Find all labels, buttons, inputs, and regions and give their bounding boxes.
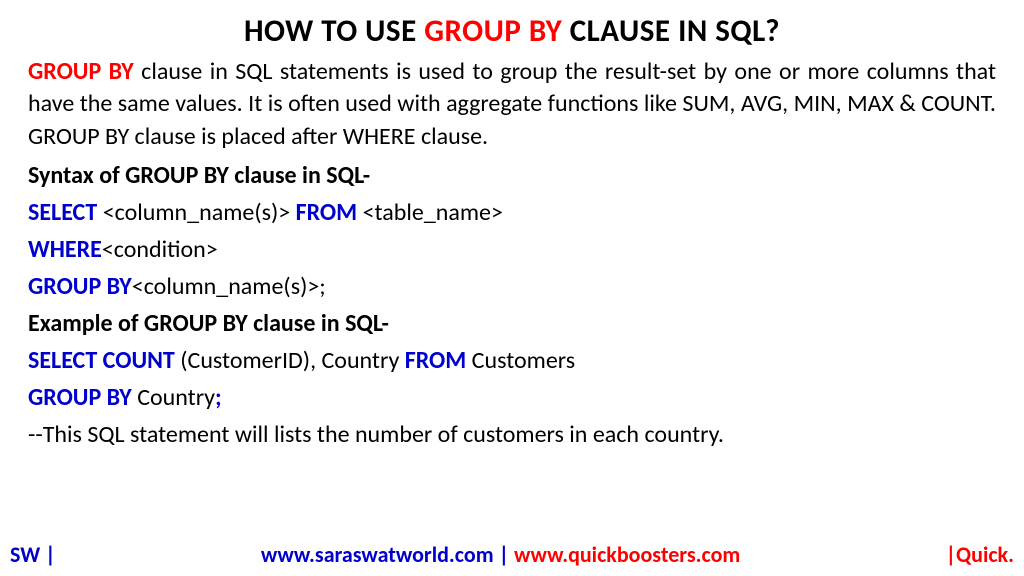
- footer-url-1: www.saraswatworld.com |: [261, 541, 514, 568]
- select-count-keyword: SELECT COUNT: [28, 346, 175, 375]
- footer-center: www.saraswatworld.com | www.quickbooster…: [56, 541, 946, 568]
- footer-left: SW |: [10, 541, 56, 568]
- syntax-line-2: WHERE<condition>: [28, 235, 996, 264]
- syntax-heading: Syntax of GROUP BY clause in SQL-: [28, 161, 996, 190]
- intro-paragraph: GROUP BY clause in SQL statements is use…: [28, 56, 996, 153]
- intro-keyword: GROUP BY: [28, 57, 134, 86]
- example-heading: Example of GROUP BY clause in SQL-: [28, 309, 996, 338]
- syntax-groupcols: <column_name(s)>;: [132, 272, 326, 301]
- semicolon: ;: [215, 383, 222, 412]
- example-table: Customers: [466, 346, 575, 375]
- example-line-1: SELECT COUNT (CustomerID), Country FROM …: [28, 346, 996, 375]
- example-groupcol: Country: [132, 383, 215, 412]
- from-keyword-ex: FROM: [405, 346, 467, 375]
- footer-right: |Quick.: [946, 541, 1014, 568]
- example-line-2: GROUP BY Country;: [28, 383, 996, 412]
- intro-text: clause in SQL statements is used to grou…: [28, 57, 996, 151]
- footer: SW | www.saraswatworld.com | www.quickbo…: [0, 541, 1024, 568]
- title-highlight: GROUP BY: [424, 12, 562, 50]
- syntax-condition: <condition>: [102, 235, 218, 264]
- page-title: HOW TO USE GROUP BY CLAUSE IN SQL?: [28, 12, 996, 50]
- syntax-table: <table_name>: [357, 198, 503, 227]
- footer-url-2: www.quickboosters.com: [514, 541, 740, 568]
- from-keyword: FROM: [296, 198, 358, 227]
- title-suffix: CLAUSE IN SQL?: [562, 12, 780, 50]
- example-cols: (CustomerID), Country: [175, 346, 405, 375]
- syntax-line-3: GROUP BY<column_name(s)>;: [28, 272, 996, 301]
- title-prefix: HOW TO USE: [244, 12, 424, 50]
- comment-line: --This SQL statement will lists the numb…: [28, 420, 996, 449]
- groupby-keyword: GROUP BY: [28, 272, 132, 301]
- syntax-cols: <column_name(s)>: [97, 198, 295, 227]
- where-keyword: WHERE: [28, 235, 102, 264]
- groupby-keyword-ex: GROUP BY: [28, 383, 132, 412]
- select-keyword: SELECT: [28, 198, 97, 227]
- syntax-line-1: SELECT <column_name(s)> FROM <table_name…: [28, 198, 996, 227]
